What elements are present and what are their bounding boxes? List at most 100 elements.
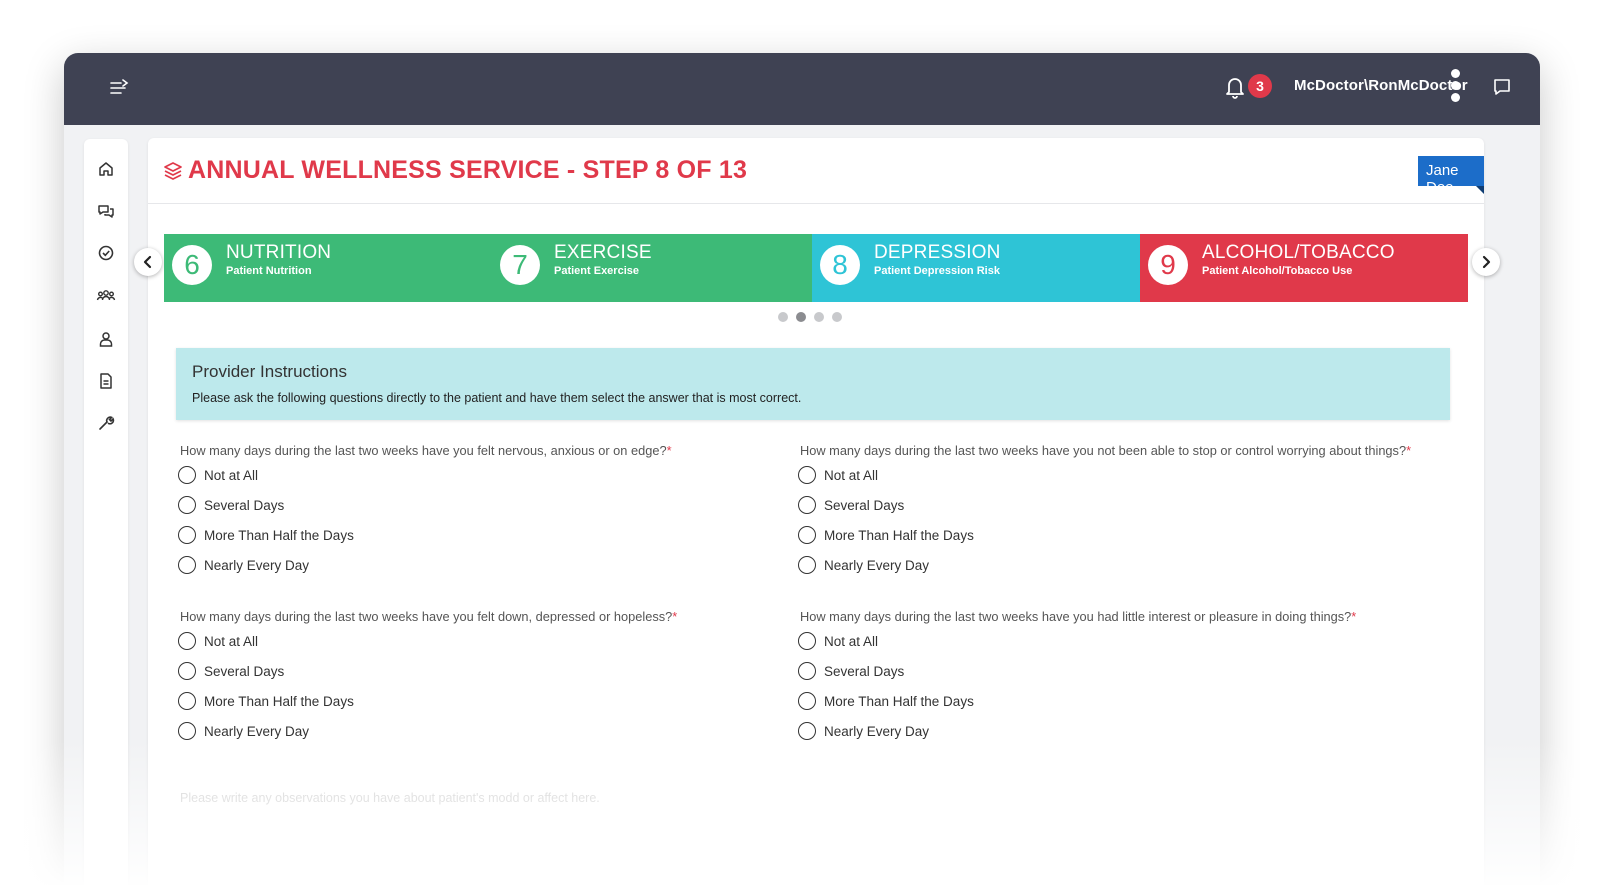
option-label: Not at All (824, 468, 879, 483)
radio-button[interactable] (178, 632, 196, 650)
radio-button[interactable] (798, 466, 816, 484)
option-label: Not at All (204, 468, 259, 483)
sidebar (84, 139, 128, 885)
step-alcohol-tobacco[interactable]: 9 ALCOHOL/TOBACCO Patient Alcohol/Tobacc… (1140, 234, 1468, 302)
required-asterisk: * (1406, 443, 1412, 458)
radio-option[interactable]: Not at All (178, 629, 820, 659)
step-title: NUTRITION (226, 242, 332, 263)
patient-name-tag[interactable]: Jane Doe (1418, 156, 1484, 196)
option-label: Nearly Every Day (204, 558, 310, 573)
radio-option[interactable]: Nearly Every Day (178, 553, 820, 583)
option-label: Not at All (824, 634, 879, 649)
question-worrying: How many days during the last two weeks … (798, 443, 1440, 583)
carousel-dot[interactable] (832, 312, 842, 322)
main-content: ANNUAL WELLNESS SERVICE - STEP 8 OF 13 J… (134, 138, 1500, 885)
radio-option[interactable]: Several Days (798, 659, 1440, 689)
option-label: Several Days (824, 498, 905, 513)
question-text: How many days during the last two weeks … (800, 609, 1357, 624)
radio-button[interactable] (798, 692, 816, 710)
radio-button[interactable] (798, 662, 816, 680)
page-title: ANNUAL WELLNESS SERVICE - STEP 8 OF 13 (188, 156, 748, 184)
radio-option[interactable]: More Than Half the Days (178, 689, 820, 719)
step-title: DEPRESSION (874, 242, 1001, 263)
step-subtitle: Patient Depression Risk (874, 265, 1000, 277)
observations-input[interactable] (180, 786, 1450, 810)
radio-button[interactable] (178, 556, 196, 574)
carousel-dot[interactable] (796, 312, 806, 322)
carousel-next-button[interactable] (1472, 248, 1500, 276)
radio-option[interactable]: Nearly Every Day (798, 719, 1440, 749)
check-circle-icon[interactable] (96, 243, 116, 263)
option-label: Not at All (204, 634, 259, 649)
step-subtitle: Patient Alcohol/Tobacco Use (1202, 265, 1353, 277)
carousel-dot[interactable] (778, 312, 788, 322)
carousel-dot[interactable] (814, 312, 824, 322)
radio-option[interactable]: More Than Half the Days (798, 689, 1440, 719)
question-little-interest: How many days during the last two weeks … (798, 609, 1440, 749)
radio-option[interactable]: Not at All (798, 629, 1440, 659)
user-menu[interactable]: McDoctor\RonMcDoctor (1294, 77, 1468, 94)
document-icon[interactable] (96, 371, 116, 391)
step-subtitle: Patient Exercise (554, 265, 639, 277)
required-asterisk: * (672, 609, 678, 624)
chat-icon[interactable] (1492, 77, 1512, 97)
question-nervous: How many days during the last two weeks … (178, 443, 820, 583)
option-label: Several Days (204, 498, 285, 513)
page-header: ANNUAL WELLNESS SERVICE - STEP 8 OF 13 J… (148, 138, 1484, 204)
user-settings-icon[interactable] (96, 329, 116, 349)
step-number: 9 (1148, 245, 1188, 285)
step-subtitle: Patient Nutrition (226, 265, 312, 277)
carousel-prev-button[interactable] (134, 248, 162, 276)
users-group-icon[interactable] (96, 285, 116, 305)
menu-toggle-icon[interactable] (108, 77, 130, 99)
radio-option[interactable]: Nearly Every Day (178, 719, 820, 749)
step-depression[interactable]: 8 DEPRESSION Patient Depression Risk (812, 234, 1140, 302)
required-asterisk: * (666, 443, 672, 458)
radio-option[interactable]: Not at All (798, 463, 1440, 493)
step-exercise[interactable]: 7 EXERCISE Patient Exercise (492, 234, 812, 302)
step-number: 6 (172, 245, 212, 285)
step-nutrition[interactable]: 6 NUTRITION Patient Nutrition (164, 234, 492, 302)
radio-button[interactable] (798, 632, 816, 650)
step-title: EXERCISE (554, 242, 652, 263)
chat-bubbles-icon[interactable] (96, 201, 116, 221)
radio-option[interactable]: Several Days (178, 493, 820, 523)
step-title: ALCOHOL/TOBACCO (1202, 242, 1395, 263)
radio-button[interactable] (178, 692, 196, 710)
instructions-text: Please ask the following questions direc… (192, 391, 802, 405)
more-options-icon[interactable] (1448, 69, 1462, 105)
step-number: 7 (500, 245, 540, 285)
question-depressed: How many days during the last two weeks … (178, 609, 820, 749)
top-bar: 3 McDoctor\RonMcDoctor (64, 53, 1540, 125)
radio-option[interactable]: More Than Half the Days (178, 523, 820, 553)
app-window: 3 McDoctor\RonMcDoctor ANNUAL WELLNESS S… (64, 53, 1540, 885)
bell-icon[interactable] (1224, 75, 1246, 99)
radio-option[interactable]: More Than Half the Days (798, 523, 1440, 553)
question-text: How many days during the last two weeks … (800, 443, 1412, 458)
required-asterisk: * (1351, 609, 1357, 624)
option-label: Nearly Every Day (824, 724, 930, 739)
radio-button[interactable] (798, 526, 816, 544)
option-label: Nearly Every Day (204, 724, 310, 739)
radio-button[interactable] (178, 526, 196, 544)
radio-button[interactable] (798, 496, 816, 514)
radio-option[interactable]: Not at All (178, 463, 820, 493)
step-number: 8 (820, 245, 860, 285)
radio-button[interactable] (798, 556, 816, 574)
provider-instructions: Provider Instructions Please ask the fol… (176, 348, 1450, 420)
option-label: Several Days (824, 664, 905, 679)
radio-option[interactable]: Several Days (798, 493, 1440, 523)
option-label: Several Days (204, 664, 285, 679)
radio-button[interactable] (178, 722, 196, 740)
radio-option[interactable]: Nearly Every Day (798, 553, 1440, 583)
home-icon[interactable] (96, 159, 116, 179)
question-text: How many days during the last two weeks … (180, 609, 678, 624)
wrench-icon[interactable] (96, 413, 116, 433)
notification-badge[interactable]: 3 (1248, 74, 1272, 98)
step-carousel: 6 NUTRITION Patient Nutrition 7 EXERCISE… (164, 234, 1468, 302)
radio-option[interactable]: Several Days (178, 659, 820, 689)
radio-button[interactable] (178, 662, 196, 680)
radio-button[interactable] (178, 466, 196, 484)
radio-button[interactable] (798, 722, 816, 740)
radio-button[interactable] (178, 496, 196, 514)
